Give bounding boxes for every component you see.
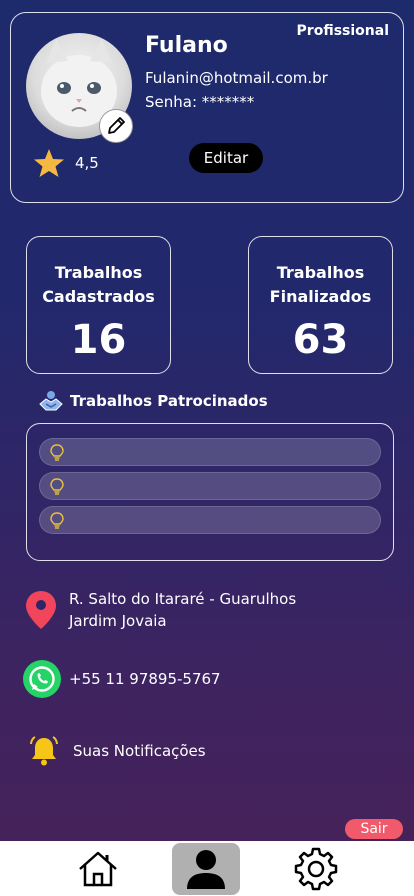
handshake-icon <box>39 391 63 411</box>
stat-value: 63 <box>292 317 349 363</box>
location-pin-icon <box>26 591 56 629</box>
logout-button[interactable]: Sair <box>345 819 403 839</box>
phone-row[interactable]: +55 11 97895-5767 <box>22 659 221 699</box>
nav-profile[interactable] <box>172 843 240 895</box>
sponsored-title: Trabalhos Patrocinados <box>38 390 268 412</box>
nav-home[interactable] <box>72 843 124 895</box>
stat-card-finished: Trabalhos Finalizados 63 <box>248 236 393 374</box>
user-icon <box>187 850 225 889</box>
edit-photo-button[interactable] <box>99 109 133 143</box>
whatsapp-icon <box>23 660 61 698</box>
profile-role: Profissional <box>296 23 389 39</box>
address-line2: Jardim Jovaia <box>69 612 167 630</box>
address-row: R. Salto do Itararé - Guarulhos Jardim J… <box>22 588 296 632</box>
profile-card: Fulano Profissional Fulanin@hotmail.com.… <box>10 12 404 203</box>
nav-settings[interactable] <box>290 843 342 895</box>
rating-value: 4,5 <box>75 154 99 172</box>
phone-number: +55 11 97895-5767 <box>69 670 221 688</box>
stat-card-registered: Trabalhos Cadastrados 16 <box>26 236 171 374</box>
profile-password: Senha: ******* <box>145 93 255 111</box>
pencil-icon <box>108 117 125 134</box>
edit-profile-button[interactable]: Editar <box>189 143 263 173</box>
profile-name: Fulano <box>145 33 228 58</box>
list-item[interactable] <box>39 472 381 500</box>
lightbulb-icon <box>50 512 64 529</box>
lightbulb-icon <box>50 478 64 495</box>
stat-label-line2: Finalizados <box>269 287 372 306</box>
notifications-label: Suas Notificações <box>73 742 206 760</box>
address-line1: R. Salto do Itararé - Guarulhos <box>69 590 297 608</box>
stat-value: 16 <box>70 317 127 363</box>
stat-label-line1: Trabalhos <box>54 263 143 282</box>
list-item[interactable] <box>39 506 381 534</box>
lightbulb-icon <box>50 444 64 461</box>
profile-email: Fulanin@hotmail.com.br <box>145 69 328 87</box>
list-item[interactable] <box>39 438 381 466</box>
star-icon <box>34 149 64 177</box>
bottom-nav <box>0 841 414 896</box>
stat-label-line1: Trabalhos <box>276 263 365 282</box>
stat-label-line2: Cadastrados <box>42 287 155 306</box>
bell-icon <box>30 736 58 766</box>
home-icon <box>79 851 117 887</box>
sponsored-title-text: Trabalhos Patrocinados <box>70 392 268 410</box>
notifications-row[interactable]: Suas Notificações <box>27 734 206 768</box>
gear-icon <box>294 847 338 891</box>
sponsored-list <box>26 423 394 561</box>
